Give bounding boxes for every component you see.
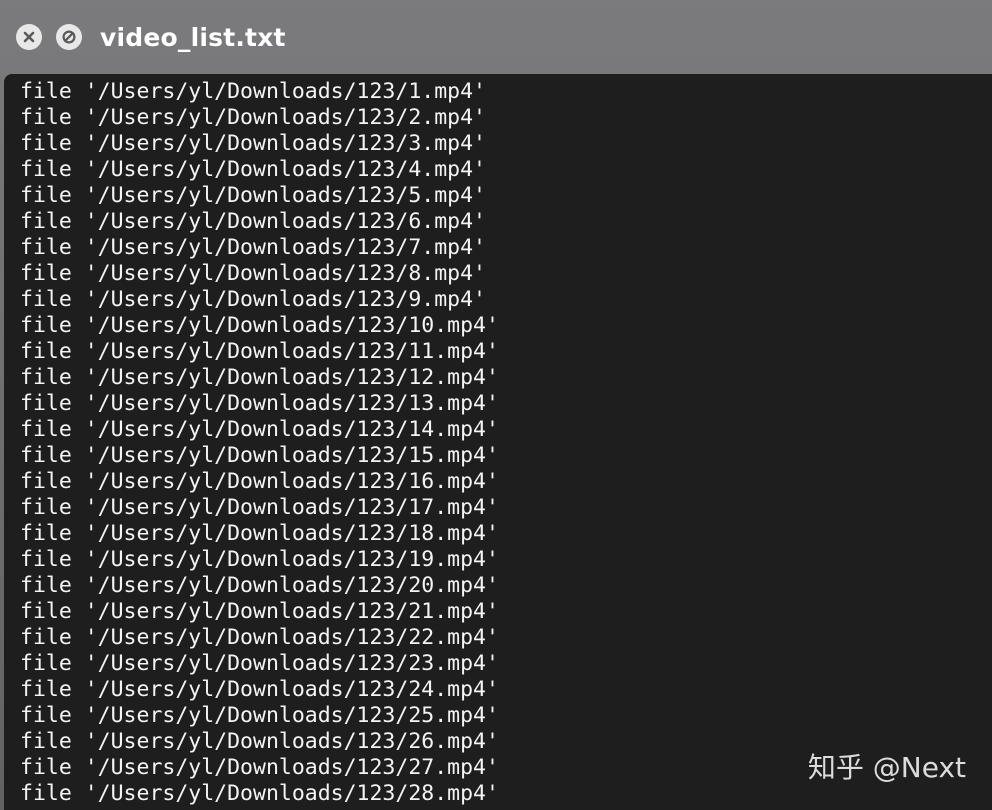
text-line: file '/Users/yl/Downloads/123/25.mp4': [20, 703, 499, 728]
fullscreen-icon: [62, 30, 76, 44]
text-line: file '/Users/yl/Downloads/123/23.mp4': [20, 651, 499, 676]
text-line: file '/Users/yl/Downloads/123/24.mp4': [20, 677, 499, 702]
text-line: file '/Users/yl/Downloads/123/1.mp4': [20, 79, 486, 104]
text-line: file '/Users/yl/Downloads/123/15.mp4': [20, 443, 499, 468]
text-line: file '/Users/yl/Downloads/123/4.mp4': [20, 157, 486, 182]
text-line: file '/Users/yl/Downloads/123/9.mp4': [20, 287, 486, 312]
text-line: file '/Users/yl/Downloads/123/21.mp4': [20, 599, 499, 624]
text-line: file '/Users/yl/Downloads/123/8.mp4': [20, 261, 486, 286]
text-line: file '/Users/yl/Downloads/123/17.mp4': [20, 495, 499, 520]
close-button[interactable]: [16, 24, 42, 50]
text-line: file '/Users/yl/Downloads/123/14.mp4': [20, 417, 499, 442]
text-line: file '/Users/yl/Downloads/123/6.mp4': [20, 209, 486, 234]
text-line: file '/Users/yl/Downloads/123/10.mp4': [20, 313, 499, 338]
text-line: file '/Users/yl/Downloads/123/19.mp4': [20, 547, 499, 572]
text-editor-content[interactable]: file '/Users/yl/Downloads/123/1.mp4' file…: [4, 74, 992, 810]
text-editor-window: video_list.txt file '/Users/yl/Downloads…: [0, 0, 992, 810]
text-line: file '/Users/yl/Downloads/123/7.mp4': [20, 235, 486, 260]
text-line: file '/Users/yl/Downloads/123/11.mp4': [20, 339, 499, 364]
text-line: file '/Users/yl/Downloads/123/20.mp4': [20, 573, 499, 598]
text-line: file '/Users/yl/Downloads/123/16.mp4': [20, 469, 499, 494]
window-titlebar[interactable]: video_list.txt: [0, 0, 992, 74]
text-line: file '/Users/yl/Downloads/123/18.mp4': [20, 521, 499, 546]
watermark: 知乎 @Next: [807, 751, 966, 784]
text-line: file '/Users/yl/Downloads/123/2.mp4': [20, 105, 486, 130]
text-line: file '/Users/yl/Downloads/123/5.mp4': [20, 183, 486, 208]
text-line: file '/Users/yl/Downloads/123/3.mp4': [20, 131, 486, 156]
text-line: file '/Users/yl/Downloads/123/22.mp4': [20, 625, 499, 650]
text-line: file '/Users/yl/Downloads/123/12.mp4': [20, 365, 499, 390]
text-line: file '/Users/yl/Downloads/123/13.mp4': [20, 391, 499, 416]
close-icon: [23, 31, 35, 43]
fullscreen-button[interactable]: [56, 24, 82, 50]
window-title: video_list.txt: [100, 22, 286, 52]
